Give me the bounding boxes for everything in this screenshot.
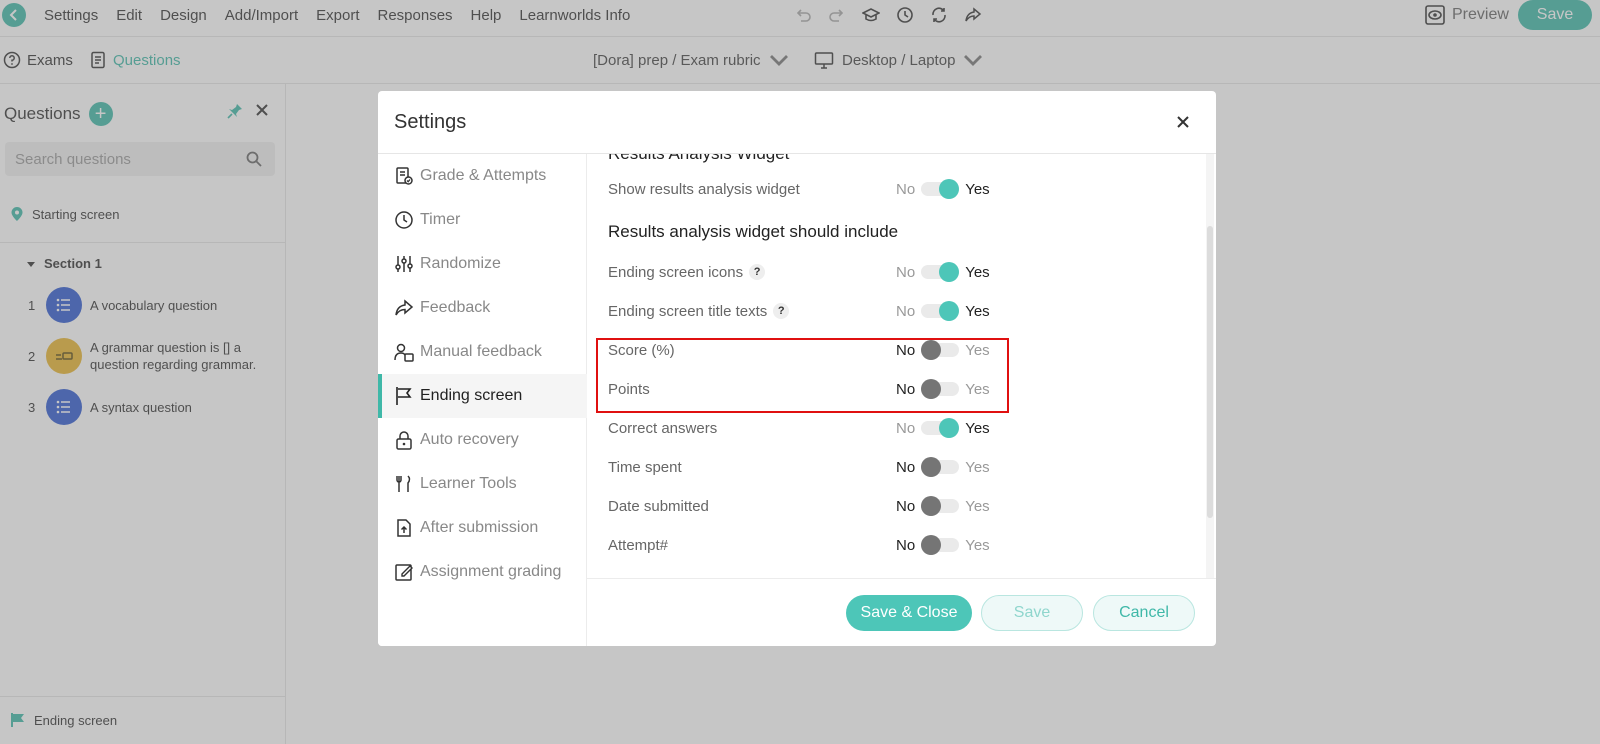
lock-icon (396, 431, 412, 450)
setting-label: Ending screen title texts? (608, 303, 896, 320)
nav-label: Learner Tools (420, 475, 517, 492)
section-heading: Results Analysis Widget (608, 154, 789, 164)
scrollbar-thumb[interactable] (1207, 226, 1213, 518)
help-icon[interactable]: ? (749, 264, 766, 280)
nav-randomize[interactable]: Randomize (378, 242, 587, 286)
help-icon[interactable]: ? (773, 303, 790, 319)
nav-label: Grade & Attempts (420, 167, 547, 184)
setting-label-text: Time spent (608, 458, 682, 476)
toggle-yes-label: Yes (965, 180, 990, 198)
toggle-no-label: No (896, 497, 916, 515)
nav-grade-attempts[interactable]: Grade & Attempts (378, 154, 587, 198)
nav-label: Feedback (420, 299, 491, 316)
toggle-no-label: No (896, 419, 916, 437)
cancel-button[interactable]: Cancel (1093, 595, 1195, 631)
toggle-knob (921, 535, 942, 555)
setting-row: Ending screen title texts? No Yes (608, 296, 1008, 326)
toggle-yes-label: Yes (965, 419, 990, 437)
setting-label-text: Ending screen icons (608, 263, 744, 281)
file-upload-icon (397, 519, 411, 537)
toggle-track[interactable] (921, 457, 960, 477)
sliders-icon (395, 256, 413, 272)
nav-after-submission[interactable]: After submission (378, 506, 587, 550)
toggle-knob (939, 179, 960, 199)
setting-row: Time spent No Yes (608, 452, 1008, 482)
toggle-yes-label: Yes (965, 458, 990, 476)
nav-label: Timer (420, 211, 461, 228)
section-heading: Results analysis widget should include (608, 222, 899, 241)
setting-row: Show results analysis widget No Yes (608, 174, 1008, 204)
nav-label: Assignment grading (420, 563, 562, 580)
nav-auto-recovery[interactable]: Auto recovery (378, 418, 587, 462)
divider (587, 578, 1216, 579)
toggle-no-label: No (896, 302, 916, 320)
toggle-no-label: No (896, 180, 916, 198)
nav-learner-tools[interactable]: Learner Tools (378, 462, 587, 506)
toggle-yes-label: Yes (965, 536, 990, 554)
toggle-track[interactable] (921, 262, 960, 282)
flag-icon (396, 387, 412, 405)
highlight-box (596, 338, 1009, 413)
toggle-track[interactable] (921, 418, 960, 438)
nav-feedback[interactable]: Feedback (378, 286, 587, 330)
toggle-track[interactable] (921, 179, 960, 199)
tools-icon (396, 475, 411, 492)
setting-label: Time spent (608, 459, 896, 476)
setting-label: Correct answers (608, 420, 896, 437)
toggle-knob (939, 262, 960, 282)
toggle-knob (939, 418, 960, 438)
show-widget-toggle[interactable]: No Yes (896, 179, 990, 199)
settings-nav: Grade & Attempts Timer Randomize Feedbac… (378, 154, 587, 646)
ending-screen-titles-toggle[interactable]: No Yes (896, 301, 990, 321)
close-icon[interactable] (1176, 115, 1190, 129)
toggle-yes-label: Yes (965, 302, 990, 320)
nav-label: After submission (420, 519, 539, 536)
setting-row: Attempt# No Yes (608, 530, 1008, 560)
setting-label-text: Show results analysis widget (608, 180, 800, 198)
setting-label-text: Attempt# (608, 536, 669, 554)
nav-label: Auto recovery (420, 431, 519, 448)
toggle-track[interactable] (921, 301, 960, 321)
nav-timer[interactable]: Timer (378, 198, 587, 242)
toggle-yes-label: Yes (965, 497, 990, 515)
setting-label-text: Ending screen title texts (608, 302, 768, 320)
setting-label-text: Date submitted (608, 497, 709, 515)
setting-label: Date submitted (608, 498, 896, 515)
toggle-no-label: No (896, 458, 916, 476)
setting-label: Attempt# (608, 537, 896, 554)
save-and-close-button[interactable]: Save & Close (846, 595, 972, 631)
clock-icon (395, 211, 413, 229)
toggle-knob (921, 457, 942, 477)
nav-ending-screen[interactable]: Ending screen (378, 374, 587, 418)
setting-label-text: Correct answers (608, 419, 718, 437)
save-button[interactable]: Save (981, 595, 1083, 631)
toggle-no-label: No (896, 536, 916, 554)
nav-assignment-grading[interactable]: Assignment grading (378, 550, 587, 594)
nav-manual-feedback[interactable]: Manual feedback (378, 330, 587, 374)
toggle-knob (939, 301, 960, 321)
setting-row: Correct answers No Yes (608, 413, 1008, 443)
toggle-track[interactable] (921, 496, 960, 516)
setting-row: Ending screen icons? No Yes (608, 257, 1008, 287)
edit-square-icon (395, 564, 413, 581)
time-spent-toggle[interactable]: No Yes (896, 457, 990, 477)
toggle-track[interactable] (921, 535, 960, 555)
grade-icon (396, 167, 413, 185)
toggle-knob (921, 496, 942, 516)
correct-answers-toggle[interactable]: No Yes (896, 418, 990, 438)
toggle-no-label: No (896, 263, 916, 281)
ending-screen-icons-toggle[interactable]: No Yes (896, 262, 990, 282)
date-submitted-toggle[interactable]: No Yes (896, 496, 990, 516)
setting-row: Date submitted No Yes (608, 491, 1008, 521)
nav-label: Manual feedback (420, 343, 542, 360)
share-arrow-icon (395, 299, 414, 316)
setting-label: Show results analysis widget (608, 181, 896, 198)
nav-label: Ending screen (420, 387, 523, 404)
nav-label: Randomize (420, 255, 501, 272)
users-feedback-icon (394, 343, 414, 362)
attempt-number-toggle[interactable]: No Yes (896, 535, 990, 555)
setting-label: Ending screen icons? (608, 264, 896, 281)
toggle-yes-label: Yes (965, 263, 990, 281)
modal-title: Settings (394, 111, 467, 133)
